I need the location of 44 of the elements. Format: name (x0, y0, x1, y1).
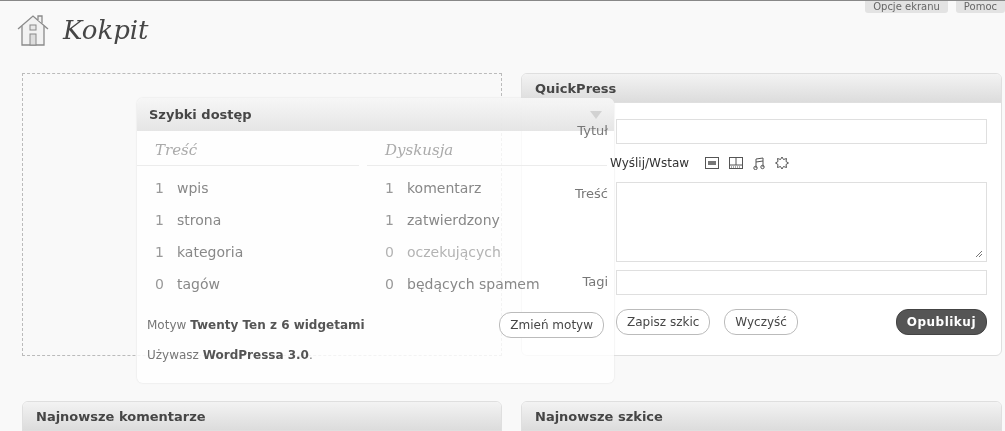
star-burst-icon (775, 156, 790, 170)
input-field[interactable] (616, 119, 987, 144)
input-field[interactable] (616, 270, 987, 295)
stat-link[interactable]: strona (177, 212, 222, 228)
stat-link[interactable]: będących spamem (407, 276, 540, 292)
form-button[interactable]: Zapisz szkic (616, 309, 711, 335)
stat-count[interactable]: 1 (155, 212, 177, 228)
page-title: Kokpit (63, 15, 149, 45)
stat-count[interactable]: 1 (385, 180, 407, 196)
field-label: Treść (575, 185, 609, 203)
theme-info-text: Motyw Twenty Ten z 6 widgetami (147, 318, 365, 332)
field-label: Tytuł (577, 122, 609, 140)
image-icon (705, 157, 720, 169)
stat-link[interactable]: wpis (177, 180, 209, 196)
column-heading: Treść (155, 141, 198, 159)
stat-count[interactable]: 1 (385, 212, 407, 228)
stat-link[interactable]: zatwierdzony (407, 212, 500, 228)
panel-title: Szybki dostęp (149, 107, 252, 122)
stat-link[interactable]: kategoria (177, 244, 244, 260)
stat-link[interactable]: oczekujących (407, 244, 501, 260)
stat-count[interactable]: 0 (385, 276, 407, 292)
column-heading: Dyskusja (385, 141, 454, 159)
panel-title: QuickPress (535, 80, 617, 96)
panel-title: Najnowsze komentarze (36, 408, 206, 424)
content-textarea[interactable] (616, 182, 987, 262)
resize-handle-icon (975, 250, 983, 258)
stat-count[interactable]: 0 (385, 244, 407, 260)
dropdown-arrow-icon (590, 110, 602, 119)
change-theme-button[interactable]: Zmień motyw (499, 312, 604, 338)
publish-button[interactable]: Opublikuj (895, 309, 987, 335)
house-icon (15, 12, 51, 48)
stat-count[interactable]: 1 (155, 244, 177, 260)
stat-count[interactable]: 1 (155, 180, 177, 196)
video-icon (729, 157, 744, 169)
stat-link[interactable]: komentarz (407, 180, 482, 196)
screen-meta-tab[interactable]: Pomoc (955, 1, 1005, 13)
stat-link[interactable]: tagów (177, 276, 220, 292)
form-button[interactable]: Wyczyść (724, 309, 798, 335)
field-label: Tagi (582, 273, 609, 291)
stat-count[interactable]: 0 (155, 276, 177, 292)
music-note-icon (753, 156, 766, 170)
screen-meta-tab[interactable]: Opcje ekranu (865, 1, 948, 13)
version-text: Używasz WordPressa 3.0. (146, 347, 314, 362)
panel-title: Najnowsze szkice (535, 408, 663, 424)
